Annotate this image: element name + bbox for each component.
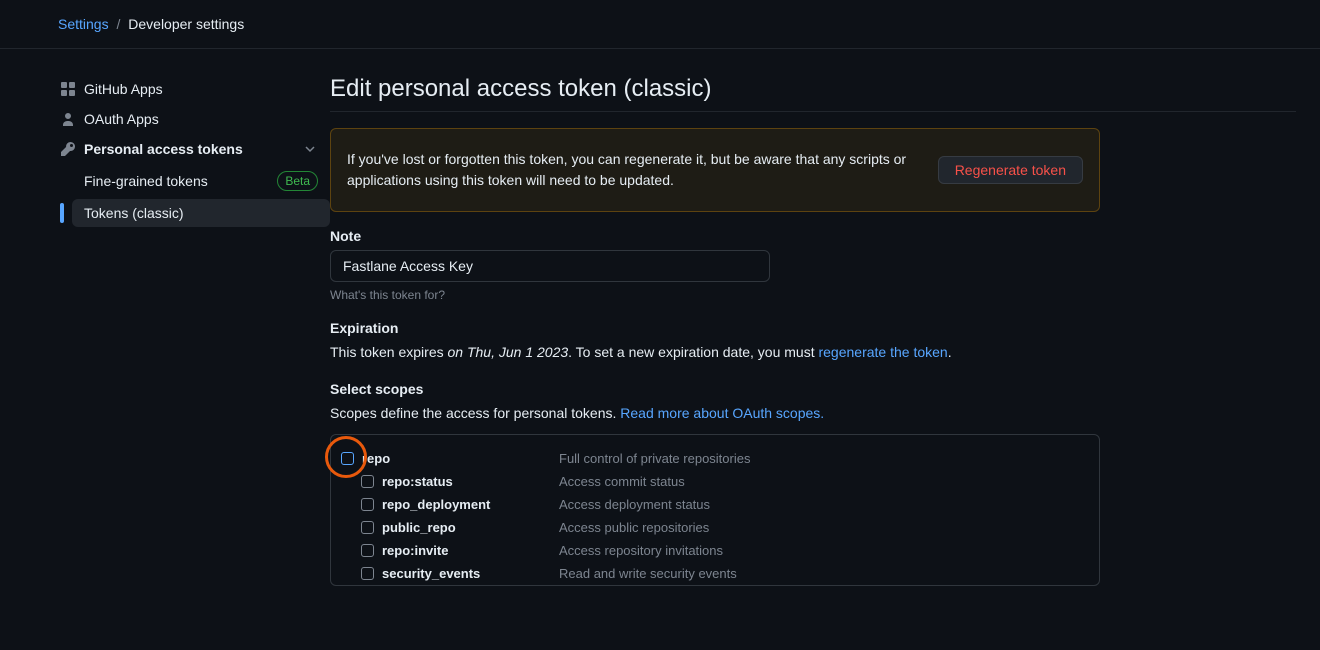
scope-desc: Access public repositories — [559, 520, 709, 535]
scope-name: repo:invite — [382, 543, 448, 558]
scope-desc: Read and write security events — [559, 566, 737, 581]
main-content: Edit personal access token (classic) If … — [330, 75, 1320, 586]
breadcrumb-settings-link[interactable]: Settings — [58, 16, 109, 32]
scope-checkbox-status[interactable] — [361, 475, 374, 488]
breadcrumb: Settings / Developer settings — [58, 16, 244, 32]
sidebar-label: GitHub Apps — [84, 81, 163, 97]
regenerate-warning-box: If you've lost or forgotten this token, … — [330, 128, 1100, 212]
warning-message: If you've lost or forgotten this token, … — [347, 149, 922, 191]
person-icon — [60, 111, 76, 127]
scope-desc: Full control of private repositories — [559, 451, 750, 466]
regenerate-link[interactable]: regenerate the token — [818, 344, 947, 360]
expiration-text: This token expires on Thu, Jun 1 2023. T… — [330, 342, 1296, 363]
scopes-desc: Scopes define the access for personal to… — [330, 403, 1296, 424]
scope-row-repo: repo Full control of private repositorie… — [331, 447, 1099, 470]
scopes-list: repo Full control of private repositorie… — [330, 434, 1100, 586]
note-label: Note — [330, 228, 1296, 244]
expiration-section: Expiration This token expires on Thu, Ju… — [330, 320, 1296, 363]
scope-row-repo-status: repo:status Access commit status — [331, 470, 1099, 493]
scope-name: public_repo — [382, 520, 456, 535]
scope-desc: Access commit status — [559, 474, 685, 489]
sidebar-label: Fine-grained tokens — [84, 173, 208, 189]
sidebar-item-fine-grained[interactable]: Fine-grained tokens Beta — [72, 165, 330, 197]
beta-badge: Beta — [277, 171, 318, 191]
oauth-scopes-link[interactable]: Read more about OAuth scopes. — [620, 405, 824, 421]
scope-checkbox-deployment[interactable] — [361, 498, 374, 511]
sidebar-label: OAuth Apps — [84, 111, 159, 127]
scope-desc: Access deployment status — [559, 497, 710, 512]
scope-row-security-events: security_events Read and write security … — [331, 562, 1099, 585]
regenerate-token-button[interactable]: Regenerate token — [938, 156, 1083, 184]
sidebar-label: Personal access tokens — [84, 141, 243, 157]
sidebar-item-tokens-classic[interactable]: Tokens (classic) — [72, 199, 330, 227]
scope-row-repo-invite: repo:invite Access repository invitation… — [331, 539, 1099, 562]
breadcrumb-bar: Settings / Developer settings — [0, 0, 1320, 49]
scopes-label: Select scopes — [330, 381, 1296, 397]
sidebar-item-github-apps[interactable]: GitHub Apps — [48, 75, 330, 103]
key-icon — [60, 141, 76, 157]
scope-checkbox-security[interactable] — [361, 567, 374, 580]
note-input[interactable] — [330, 250, 770, 282]
scope-row-public-repo: public_repo Access public repositories — [331, 516, 1099, 539]
scope-name: repo — [362, 451, 390, 466]
scope-checkbox-invite[interactable] — [361, 544, 374, 557]
breadcrumb-current: Developer settings — [128, 16, 244, 32]
scope-name: repo_deployment — [382, 497, 490, 512]
expiration-label: Expiration — [330, 320, 1296, 336]
scope-row-repo-deployment: repo_deployment Access deployment status — [331, 493, 1099, 516]
scope-checkbox-repo[interactable] — [341, 452, 354, 465]
sidebar-item-oauth-apps[interactable]: OAuth Apps — [48, 105, 330, 133]
sidebar-item-personal-access-tokens[interactable]: Personal access tokens — [48, 135, 330, 163]
apps-icon — [60, 81, 76, 97]
scope-name: repo:status — [382, 474, 453, 489]
sidebar: GitHub Apps OAuth Apps Personal access t… — [0, 75, 330, 586]
scopes-section: Select scopes Scopes define the access f… — [330, 381, 1296, 424]
sidebar-label: Tokens (classic) — [84, 205, 184, 221]
note-section: Note What's this token for? — [330, 228, 1296, 302]
chevron-down-icon — [302, 141, 318, 157]
scope-name: security_events — [382, 566, 480, 581]
scope-desc: Access repository invitations — [559, 543, 723, 558]
note-hint: What's this token for? — [330, 288, 1296, 302]
page-title: Edit personal access token (classic) — [330, 75, 1296, 112]
expiration-date: on Thu, Jun 1 2023 — [448, 344, 569, 360]
breadcrumb-separator: / — [116, 16, 120, 32]
scope-checkbox-public[interactable] — [361, 521, 374, 534]
